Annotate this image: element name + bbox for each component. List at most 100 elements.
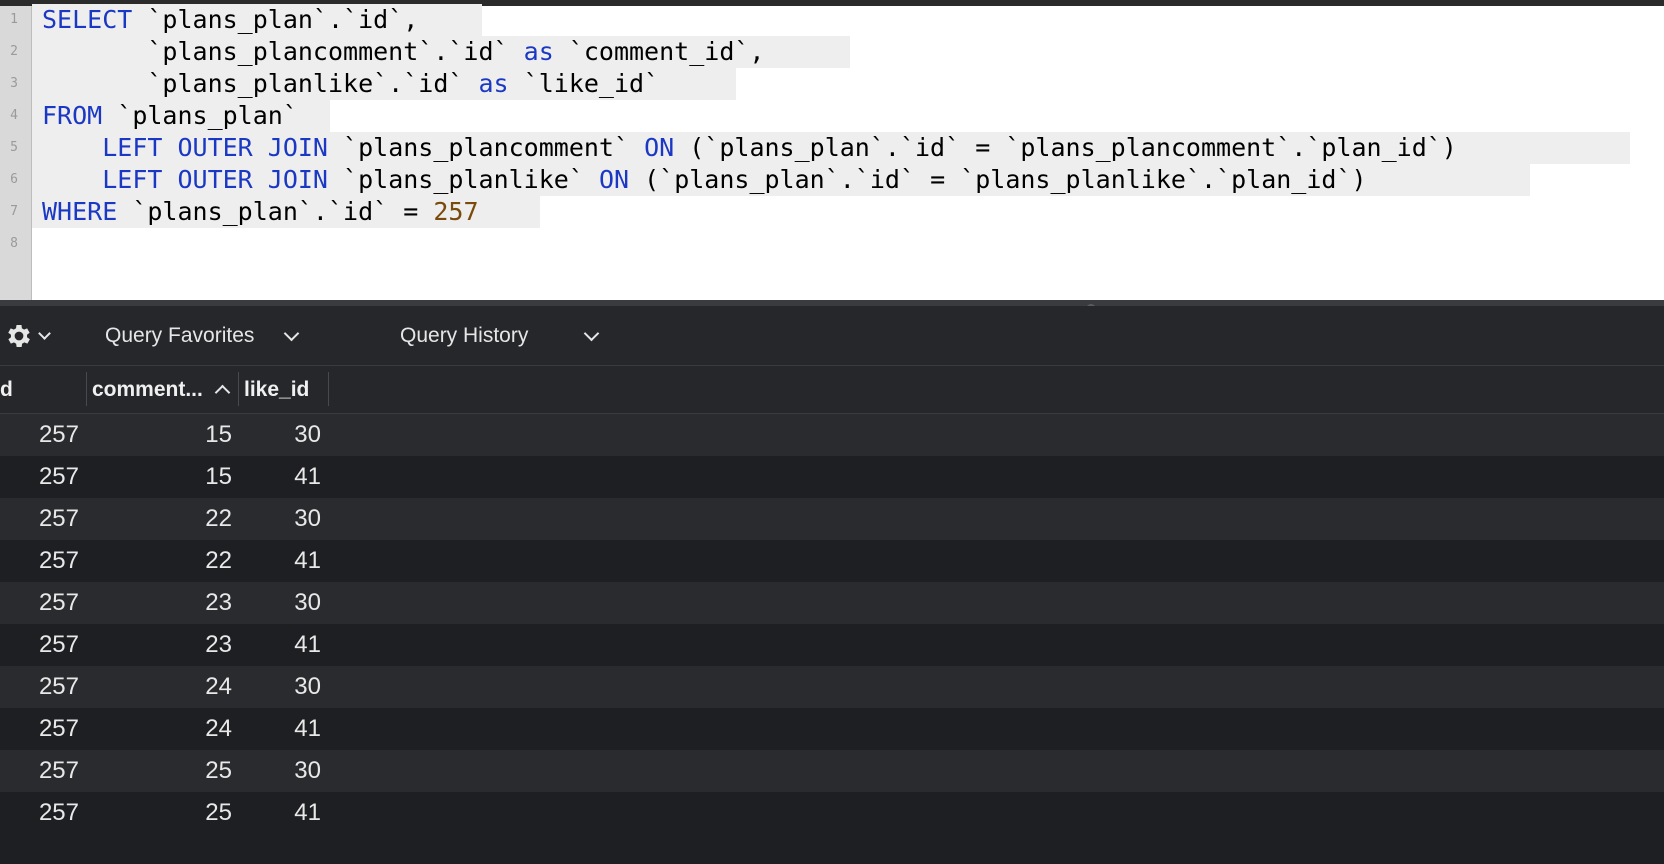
sql-text: `plans_plan`.`id`, — [132, 5, 419, 34]
column-header-comment-id[interactable]: comment... — [92, 366, 228, 413]
cell-id[interactable]: 257 — [39, 624, 79, 666]
sql-text: (`plans_plan`.`id` = `plans_plancomment`… — [674, 133, 1457, 162]
code-line: WHERE `plans_plan`.`id` = 257 — [42, 196, 479, 228]
cell-comment-id[interactable]: 24 — [205, 708, 232, 750]
table-row[interactable]: 257 23 41 — [0, 624, 1664, 666]
cell-comment-id[interactable]: 23 — [205, 582, 232, 624]
table-row[interactable]: 257 25 41 — [0, 792, 1664, 834]
table-row[interactable]: 257 15 30 — [0, 414, 1664, 456]
sql-keyword: as — [523, 37, 554, 66]
code-line: `plans_plancomment`.`id` as `comment_id`… — [42, 36, 764, 68]
table-row[interactable]: 257 24 30 — [0, 666, 1664, 708]
code-line: SELECT `plans_plan`.`id`, — [42, 4, 418, 36]
sql-text: (`plans_plan`.`id` = `plans_planlike`.`p… — [629, 165, 1367, 194]
cell-like-id[interactable]: 30 — [294, 582, 321, 624]
cell-comment-id[interactable]: 24 — [205, 666, 232, 708]
line-number: 5 — [10, 140, 18, 155]
sql-text: `like_id` — [508, 69, 660, 98]
cell-comment-id[interactable]: 25 — [205, 750, 232, 792]
column-header-label: like_id — [244, 378, 310, 401]
cell-id[interactable]: 257 — [39, 666, 79, 708]
line-number: 8 — [10, 236, 18, 251]
sql-text: `plans_plan`.`id` = — [117, 197, 434, 226]
query-history-menu[interactable]: Query History — [400, 306, 600, 366]
sql-keyword: LEFT OUTER JOIN — [102, 133, 328, 162]
cell-like-id[interactable]: 41 — [294, 792, 321, 834]
sql-keyword: ON — [644, 133, 675, 162]
cell-like-id[interactable]: 30 — [294, 750, 321, 792]
sql-editor[interactable]: 1 2 3 4 5 6 7 8 SELECT `plans_plan`.`id`, `plan… — [0, 0, 1664, 300]
cell-id[interactable]: 257 — [39, 456, 79, 498]
cell-comment-id[interactable]: 22 — [205, 498, 232, 540]
line-number: 4 — [10, 108, 18, 123]
cell-like-id[interactable]: 30 — [294, 498, 321, 540]
cell-like-id[interactable]: 30 — [294, 414, 321, 456]
line-number: 6 — [10, 172, 18, 187]
cell-comment-id[interactable]: 15 — [205, 414, 232, 456]
chevron-down-icon — [284, 325, 300, 341]
table-row[interactable]: 257 15 41 — [0, 456, 1664, 498]
table-row[interactable]: 257 24 41 — [0, 708, 1664, 750]
cell-id[interactable]: 257 — [39, 582, 79, 624]
cell-id[interactable]: 257 — [39, 540, 79, 582]
cell-id[interactable]: 257 — [39, 708, 79, 750]
results-table: 257 15 30 257 15 41 257 22 30 257 22 41 257 23 30 257 23… — [0, 414, 1664, 834]
code-line: LEFT OUTER JOIN `plans_plancomment` ON (… — [42, 132, 1457, 164]
table-row[interactable]: 257 25 30 — [0, 750, 1664, 792]
sql-keyword: FROM — [42, 101, 103, 130]
cell-id[interactable]: 257 — [39, 792, 79, 834]
chevron-down-icon — [584, 325, 600, 341]
code-line: FROM `plans_plan` — [42, 100, 298, 132]
sql-keyword: WHERE — [42, 197, 118, 226]
column-divider[interactable] — [238, 372, 239, 406]
cell-comment-id[interactable]: 22 — [205, 540, 232, 582]
column-header-label: d — [0, 378, 13, 401]
query-toolbar: Query Favorites Query History — [0, 306, 1664, 366]
cell-like-id[interactable]: 30 — [294, 666, 321, 708]
cell-id[interactable]: 257 — [39, 414, 79, 456]
sql-text: `plans_planlike`.`id` — [42, 69, 479, 98]
line-number: 1 — [10, 12, 18, 27]
column-divider[interactable] — [86, 372, 87, 406]
column-header-label: comment... — [92, 378, 203, 401]
cell-like-id[interactable]: 41 — [294, 540, 321, 582]
line-number: 2 — [10, 44, 18, 59]
line-number-gutter: 1 2 3 4 5 6 7 8 — [0, 6, 32, 300]
sql-text: `plans_plancomment`.`id` — [42, 37, 524, 66]
sql-keyword: LEFT OUTER JOIN — [102, 165, 328, 194]
results-empty-area — [0, 834, 1664, 864]
cell-comment-id[interactable]: 25 — [205, 792, 232, 834]
cell-comment-id[interactable]: 15 — [205, 456, 232, 498]
cell-id[interactable]: 257 — [39, 498, 79, 540]
query-favorites-menu[interactable]: Query Favorites — [105, 306, 300, 366]
column-header-like-id[interactable]: like_id — [244, 366, 324, 413]
line-number: 7 — [10, 204, 18, 219]
settings-menu-button[interactable] — [4, 306, 51, 366]
cell-like-id[interactable]: 41 — [294, 708, 321, 750]
sql-number: 257 — [433, 197, 479, 226]
chevron-down-icon — [38, 326, 51, 340]
gear-icon — [8, 325, 30, 347]
sql-keyword: as — [478, 69, 509, 98]
sql-text: `comment_id`, — [553, 37, 765, 66]
line-number: 3 — [10, 76, 18, 91]
sql-keyword: SELECT — [42, 5, 133, 34]
results-header: d comment... like_id — [0, 366, 1664, 414]
table-row[interactable]: 257 22 30 — [0, 498, 1664, 540]
sql-text: `plans_plancomment` — [328, 133, 645, 162]
cell-like-id[interactable]: 41 — [294, 456, 321, 498]
column-divider[interactable] — [328, 372, 329, 406]
query-history-label: Query History — [400, 324, 529, 347]
code-line: `plans_planlike`.`id` as `like_id` — [42, 68, 659, 100]
cell-id[interactable]: 257 — [39, 750, 79, 792]
table-row[interactable]: 257 22 41 — [0, 540, 1664, 582]
cell-like-id[interactable]: 41 — [294, 624, 321, 666]
cell-comment-id[interactable]: 23 — [205, 624, 232, 666]
column-header-id[interactable]: d — [0, 366, 80, 413]
sql-keyword: ON — [598, 165, 630, 194]
table-row[interactable]: 257 23 30 — [0, 582, 1664, 624]
sql-text: `plans_planlike` — [328, 165, 599, 194]
code-line: LEFT OUTER JOIN `plans_planlike` ON (`pl… — [42, 164, 1367, 196]
